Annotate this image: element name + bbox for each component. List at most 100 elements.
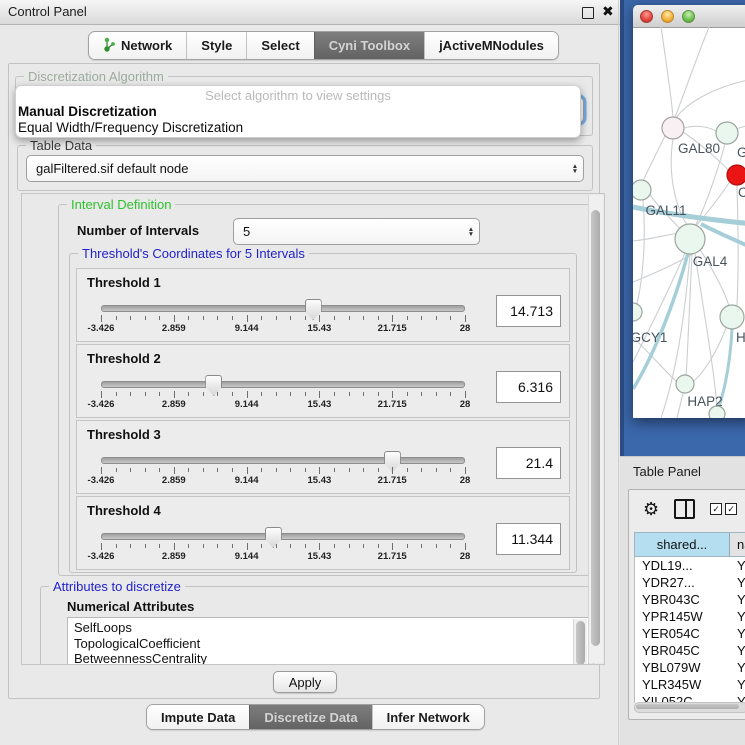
tab-label: Discretize Data: [264, 710, 357, 725]
application-window: Control Panel ✖ NetworkStyleSelectCyni T…: [0, 0, 745, 745]
network-node[interactable]: [709, 406, 725, 418]
tab-network[interactable]: Network: [89, 32, 186, 59]
network-node-c[interactable]: [727, 165, 745, 185]
algorithm-options: Manual DiscretizationEqual Width/Frequen…: [16, 104, 580, 136]
network-node-gal4[interactable]: [675, 224, 705, 254]
network-edge[interactable]: [676, 79, 745, 118]
attributes-group-title: Attributes to discretize: [49, 579, 185, 594]
numerical-attributes-list[interactable]: SelfLoopsTopologicalCoefficientBetweenne…: [67, 617, 589, 665]
network-edge[interactable]: [633, 233, 679, 241]
network-edge-highlighted[interactable]: [633, 253, 688, 389]
tab-select[interactable]: Select: [246, 32, 313, 59]
tab-infer-network[interactable]: Infer Network: [372, 705, 484, 729]
table-row[interactable]: YBL079WYBL079W: [635, 659, 745, 676]
table-panel-title: Table Panel: [633, 464, 701, 479]
table-cell: YBL079W: [730, 659, 745, 676]
attribute-list-item[interactable]: BetweennessCentrality: [68, 651, 588, 665]
threshold-slider[interactable]: -3.4262.8599.14415.4321.71528: [97, 299, 469, 337]
threshold-label: Threshold 3: [87, 427, 161, 442]
attribute-list-item[interactable]: SelfLoops: [68, 620, 588, 636]
network-edge[interactable]: [684, 126, 716, 131]
table-horizontal-scrollbar[interactable]: [634, 702, 745, 713]
tab-cyni-toolbox[interactable]: Cyni Toolbox: [314, 32, 424, 59]
network-edge[interactable]: [661, 27, 673, 117]
network-edge[interactable]: [695, 254, 717, 406]
slider-track: [101, 305, 465, 312]
table-row[interactable]: YBR043CYBR043C: [635, 591, 745, 608]
table-row[interactable]: YDR27...YDR27: [635, 574, 745, 591]
table-data-combobox[interactable]: galFiltered.sif default node ▲▼: [26, 155, 584, 182]
network-node-label: GAL80: [678, 141, 720, 156]
select-columns-icon[interactable]: ✓ ✓: [710, 503, 737, 515]
network-edge[interactable]: [636, 200, 644, 307]
attributes-group: Attributes to discretize Numerical Attri…: [40, 586, 594, 665]
tab-style[interactable]: Style: [186, 32, 246, 59]
number-of-intervals-combobox[interactable]: 5 ▲▼: [233, 218, 480, 245]
algorithm-option[interactable]: Equal Width/Frequency Discretization: [16, 120, 580, 136]
network-edge[interactable]: [686, 254, 692, 375]
table-cell: YLR345W: [730, 676, 745, 693]
table-cell: YBL079W: [635, 659, 730, 676]
algorithm-option[interactable]: Manual Discretization: [16, 104, 580, 120]
close-icon[interactable]: ✖: [602, 3, 614, 20]
close-traffic-light-icon[interactable]: [640, 10, 653, 23]
list-scrollbar[interactable]: [573, 619, 587, 665]
network-node-gal80[interactable]: [662, 117, 684, 139]
table-row[interactable]: YLR345WYLR345W: [635, 676, 745, 693]
table-cell: YLR345W: [635, 676, 730, 693]
tab-discretize-data[interactable]: Discretize Data: [249, 705, 371, 729]
network-edge[interactable]: [643, 134, 666, 181]
gear-icon[interactable]: ⚙: [643, 500, 659, 518]
settings-scrollbar[interactable]: [588, 195, 603, 663]
network-edge[interactable]: [695, 144, 725, 226]
zoom-traffic-light-icon[interactable]: [682, 10, 695, 23]
tab-label: jActiveMNodules: [439, 38, 544, 53]
threshold-value-field[interactable]: 14.713: [496, 295, 561, 327]
network-node-h[interactable]: [720, 305, 744, 329]
threshold-slider[interactable]: -3.4262.8599.14415.4321.71528: [97, 451, 469, 489]
threshold-slider[interactable]: -3.4262.8599.14415.4321.71528: [97, 375, 469, 413]
threshold-value-field[interactable]: 6.316: [496, 371, 561, 403]
table-panel: Table Panel ⚙ ✓ ✓ shared...name YDL19...…: [620, 456, 745, 745]
network-graph-canvas[interactable]: GAL80GALCGAL11GAL4GCY1HHAP2: [633, 27, 745, 418]
algorithm-placeholder-option: Select algorithm to view settings: [16, 88, 580, 104]
slider-track: [101, 533, 465, 540]
right-region: GAL80GALCGAL11GAL4GCY1HHAP2 Table Panel …: [620, 0, 745, 745]
table-row[interactable]: YPR145WYPR145W: [635, 608, 745, 625]
table-row[interactable]: YDL19...YDL19: [635, 557, 745, 574]
interval-definition-group-title: Interval Definition: [67, 197, 175, 212]
tab-impute-data[interactable]: Impute Data: [147, 705, 249, 729]
algorithm-dropdown-popup: Select algorithm to view settings Manual…: [15, 85, 581, 138]
threshold-value-field[interactable]: 11.344: [496, 523, 561, 555]
columns-icon[interactable]: [674, 499, 695, 519]
network-icon: [103, 37, 116, 55]
network-window-titlebar[interactable]: [633, 5, 745, 28]
table-row[interactable]: YER054CYER054C: [635, 625, 745, 642]
attribute-list-item[interactable]: TopologicalCoefficient: [68, 636, 588, 652]
network-node-hap2[interactable]: [676, 375, 694, 393]
network-node-label: GAL11: [645, 203, 686, 218]
network-view-window[interactable]: GAL80GALCGAL11GAL4GCY1HHAP2: [633, 5, 745, 418]
network-node-label: C: [738, 185, 745, 200]
node-table: shared...name YDL19...YDL19YDR27...YDR27…: [634, 532, 745, 703]
threshold-value-field[interactable]: 21.4: [496, 447, 561, 479]
network-edge[interactable]: [694, 328, 726, 381]
network-node-gal[interactable]: [716, 122, 738, 144]
column-header-name[interactable]: name: [730, 533, 745, 556]
network-node-label: GAL: [737, 145, 745, 160]
apply-button[interactable]: Apply: [273, 671, 337, 693]
table-cell: YER054C: [635, 625, 730, 642]
network-node-gcy1[interactable]: [633, 303, 642, 321]
minimize-traffic-light-icon[interactable]: [661, 10, 674, 23]
column-header-shared-name[interactable]: shared...: [635, 533, 730, 556]
network-node-gal11[interactable]: [633, 180, 651, 200]
tab-jactivemnodules[interactable]: jActiveMNodules: [424, 32, 558, 59]
table-row[interactable]: YBR045CYBR045C: [635, 642, 745, 659]
panel-divider[interactable]: [618, 0, 619, 745]
settings-scroll-area: Interval Definition Number of Intervals …: [21, 193, 605, 665]
threshold-slider[interactable]: -3.4262.8599.14415.4321.71528: [97, 527, 469, 565]
network-edge[interactable]: [737, 185, 738, 305]
float-window-icon[interactable]: [582, 7, 594, 19]
network-node-label: GCY1: [633, 330, 667, 345]
slider-tick-labels: -3.4262.8599.14415.4321.71528: [101, 323, 465, 335]
